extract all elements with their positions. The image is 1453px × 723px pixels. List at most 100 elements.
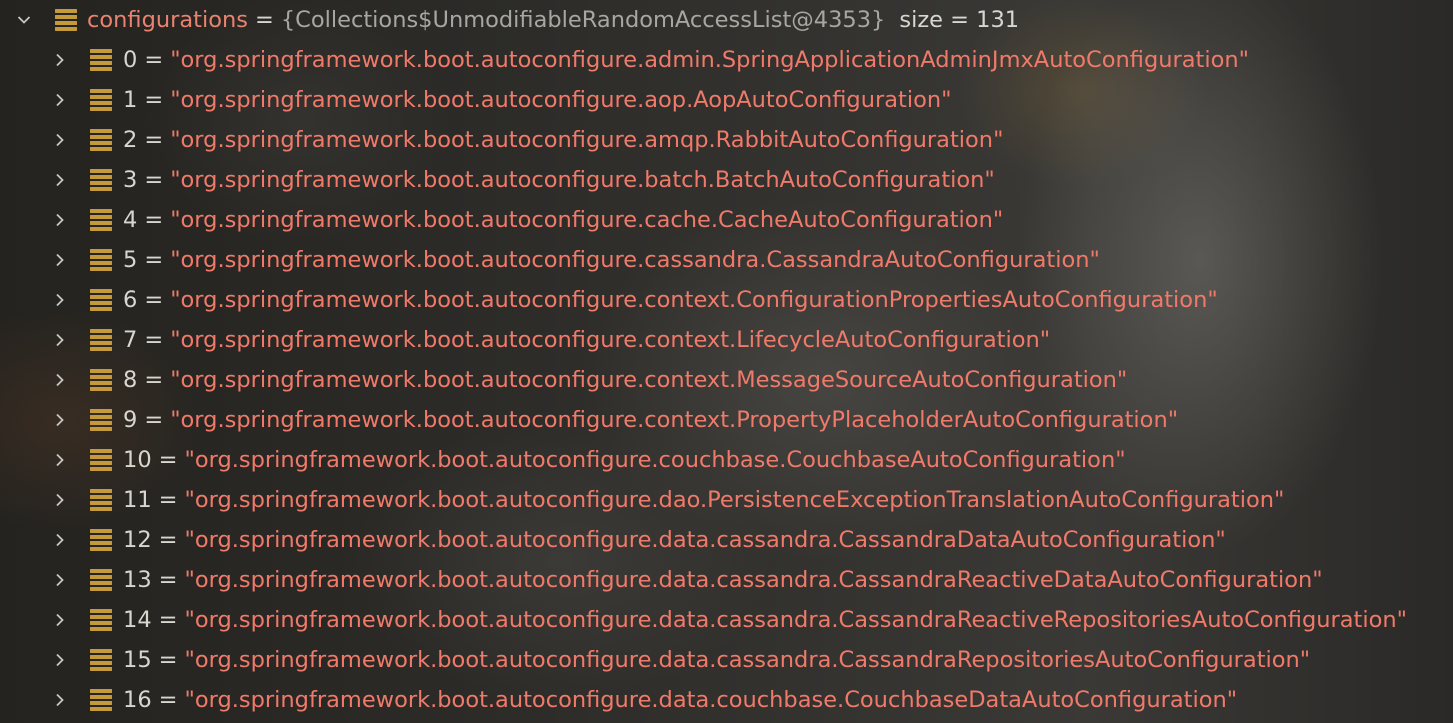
chevron-right-icon[interactable] (50, 570, 70, 590)
tree-node-item[interactable]: 6 = "org.springframework.boot.autoconfigur… (0, 280, 1453, 320)
item-value: "org.springframework.boot.autoconfigure.… (184, 487, 1285, 513)
equals-sign: = (158, 647, 178, 673)
list-icon (90, 329, 112, 351)
tree-node-item[interactable]: 10 = "org.springframework.boot.autoconfigu… (0, 440, 1453, 480)
item-value: "org.springframework.boot.autoconfigure.… (184, 447, 1126, 473)
chevron-down-icon[interactable] (14, 10, 34, 30)
list-icon (90, 89, 112, 111)
item-index: 10 (123, 447, 152, 473)
list-icon (90, 489, 112, 511)
chevron-right-icon[interactable] (50, 50, 70, 70)
item-value: "org.springframework.boot.autoconfigure.… (170, 367, 1128, 393)
equals-sign: = (144, 127, 164, 153)
equals-sign: = (158, 607, 178, 633)
item-index: 0 (123, 47, 138, 73)
chevron-right-icon[interactable] (50, 330, 70, 350)
chevron-right-icon[interactable] (50, 370, 70, 390)
tree-node-item[interactable]: 11 = "org.springframework.boot.autoconfigu… (0, 480, 1453, 520)
equals-sign: = (144, 247, 164, 273)
list-icon (55, 9, 77, 31)
list-icon (90, 609, 112, 631)
list-icon (90, 449, 112, 471)
tree-node-item[interactable]: 7 = "org.springframework.boot.autoconfigur… (0, 320, 1453, 360)
chevron-right-icon[interactable] (50, 170, 70, 190)
item-index: 11 (123, 487, 152, 513)
variable-name: configurations (87, 7, 248, 33)
equals-sign: = (144, 327, 164, 353)
tree-node-item[interactable]: 2 = "org.springframework.boot.autoconfigur… (0, 120, 1453, 160)
equals-sign: = (144, 87, 164, 113)
item-index: 13 (123, 567, 152, 593)
equals-sign: = (158, 687, 178, 713)
equals-sign: = (158, 567, 178, 593)
chevron-right-icon[interactable] (50, 210, 70, 230)
item-value: "org.springframework.boot.autoconfigure.… (170, 167, 995, 193)
item-index: 15 (123, 647, 152, 673)
tree-node-item[interactable]: 12 = "org.springframework.boot.autoconfigu… (0, 520, 1453, 560)
equals-sign: = (144, 287, 164, 313)
item-index: 4 (123, 207, 138, 233)
tree-node-item[interactable]: 16 = "org.springframework.boot.autoconfigu… (0, 680, 1453, 720)
chevron-right-icon[interactable] (50, 130, 70, 150)
item-index: 1 (123, 87, 138, 113)
equals-sign: = (144, 47, 164, 73)
variable-size: size = 131 (899, 7, 1020, 33)
chevron-right-icon[interactable] (50, 410, 70, 430)
tree-node-item[interactable]: 8 = "org.springframework.boot.autoconfigur… (0, 360, 1453, 400)
tree-node-item[interactable]: 13 = "org.springframework.boot.autoconfigu… (0, 560, 1453, 600)
item-value: "org.springframework.boot.autoconfigure.… (184, 687, 1238, 713)
item-value: "org.springframework.boot.autoconfigure.… (184, 607, 1408, 633)
equals-sign: = (144, 207, 164, 233)
chevron-right-icon[interactable] (50, 290, 70, 310)
item-index: 5 (123, 247, 138, 273)
item-value: "org.springframework.boot.autoconfigure.… (170, 47, 1249, 73)
list-icon (90, 649, 112, 671)
item-value: "org.springframework.boot.autoconfigure.… (170, 247, 1100, 273)
chevron-right-icon[interactable] (50, 450, 70, 470)
item-index: 12 (123, 527, 152, 553)
tree-node-item[interactable]: 0 = "org.springframework.boot.autoconfigur… (0, 40, 1453, 80)
item-index: 8 (123, 367, 138, 393)
chevron-right-icon[interactable] (50, 690, 70, 710)
equals-sign: = (158, 527, 178, 553)
equals-sign: = (144, 367, 164, 393)
equals-sign: = (254, 7, 274, 33)
list-icon (90, 249, 112, 271)
tree-node-item[interactable]: 1 = "org.springframework.boot.autoconfigur… (0, 80, 1453, 120)
list-icon (90, 409, 112, 431)
tree-node-item[interactable]: 15 = "org.springframework.boot.autoconfigu… (0, 640, 1453, 680)
list-icon (90, 289, 112, 311)
tree-node-item[interactable]: 9 = "org.springframework.boot.autoconfigur… (0, 400, 1453, 440)
chevron-right-icon[interactable] (50, 650, 70, 670)
item-index: 3 (123, 167, 138, 193)
equals-sign: = (144, 167, 164, 193)
tree-node-item[interactable]: 4 = "org.springframework.boot.autoconfigur… (0, 200, 1453, 240)
list-icon (90, 129, 112, 151)
list-icon (90, 689, 112, 711)
list-icon (90, 169, 112, 191)
item-value: "org.springframework.boot.autoconfigure.… (170, 127, 1004, 153)
equals-sign: = (158, 487, 178, 513)
chevron-right-icon[interactable] (50, 90, 70, 110)
list-icon (90, 209, 112, 231)
item-index: 9 (123, 407, 138, 433)
item-value: "org.springframework.boot.autoconfigure.… (170, 287, 1218, 313)
tree-node-item[interactable]: 3 = "org.springframework.boot.autoconfigur… (0, 160, 1453, 200)
list-icon (90, 569, 112, 591)
tree-node-item[interactable]: 14 = "org.springframework.boot.autoconfigu… (0, 600, 1453, 640)
chevron-right-icon[interactable] (50, 530, 70, 550)
item-value: "org.springframework.boot.autoconfigure.… (184, 647, 1311, 673)
tree-node-configurations[interactable]: configurations = {Collections$Unmodifiab… (0, 0, 1453, 40)
chevron-right-icon[interactable] (50, 490, 70, 510)
item-value: "org.springframework.boot.autoconfigure.… (170, 327, 1051, 353)
chevron-right-icon[interactable] (50, 250, 70, 270)
list-icon (90, 49, 112, 71)
variables-tree: configurations = {Collections$Unmodifiab… (0, 0, 1453, 723)
item-index: 6 (123, 287, 138, 313)
list-icon (90, 369, 112, 391)
item-value: "org.springframework.boot.autoconfigure.… (170, 407, 1179, 433)
chevron-right-icon[interactable] (50, 610, 70, 630)
tree-node-item[interactable]: 5 = "org.springframework.boot.autoconfigur… (0, 240, 1453, 280)
item-value: "org.springframework.boot.autoconfigure.… (170, 207, 1004, 233)
equals-sign: = (158, 447, 178, 473)
